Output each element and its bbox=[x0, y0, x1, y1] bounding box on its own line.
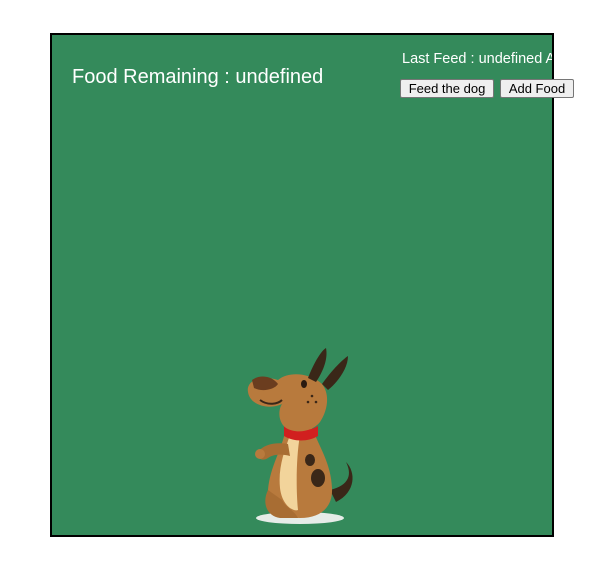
add-food-button[interactable]: Add Food bbox=[500, 79, 574, 98]
dog-icon bbox=[247, 348, 353, 524]
last-feed-text: Last Feed : undefined AM bbox=[402, 51, 552, 67]
feed-dog-button[interactable]: Feed the dog bbox=[400, 79, 494, 98]
food-remaining-text: Food Remaining : undefined bbox=[72, 66, 324, 88]
